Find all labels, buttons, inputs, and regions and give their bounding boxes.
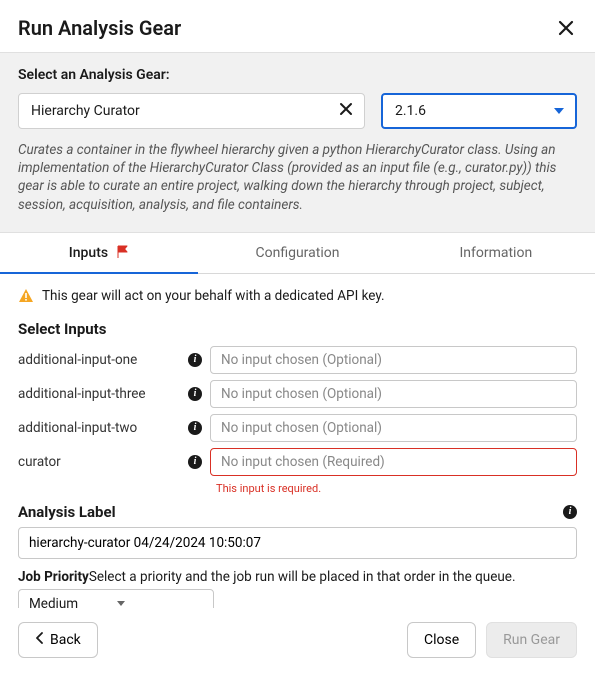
chevron-left-icon: [35, 632, 44, 648]
select-inputs-title: Select Inputs: [18, 320, 577, 338]
priority-value: Medium: [29, 596, 116, 608]
job-priority-title: Job Priority: [18, 569, 89, 585]
tab-configuration[interactable]: Configuration: [198, 233, 396, 273]
input-label: additional-input-one: [18, 352, 186, 368]
gear-name-input[interactable]: Hierarchy Curator: [18, 93, 365, 129]
analysis-label-title: Analysis Label: [18, 503, 561, 521]
close-button-label: Close: [424, 632, 459, 648]
tab-information[interactable]: Information: [397, 233, 595, 273]
job-priority-help: Select a priority and the job run will b…: [89, 569, 516, 585]
file-input-placeholder: No input chosen (Optional): [221, 352, 382, 368]
clear-icon[interactable]: [336, 99, 356, 123]
info-icon[interactable]: i: [563, 505, 577, 519]
info-icon[interactable]: i: [188, 353, 202, 367]
warning-icon: [18, 288, 34, 303]
back-button[interactable]: Back: [18, 622, 98, 658]
caret-down-icon: [116, 596, 203, 608]
file-input-placeholder: No input chosen (Optional): [221, 386, 382, 402]
flag-icon: [116, 245, 130, 263]
input-label: additional-input-two: [18, 420, 186, 436]
version-value: 2.1.6: [395, 103, 553, 119]
caret-down-icon: [553, 106, 565, 116]
error-message: This input is required.: [216, 482, 577, 495]
priority-select[interactable]: Medium: [18, 589, 214, 608]
close-button[interactable]: Close: [407, 622, 476, 658]
modal-title: Run Analysis Gear: [18, 16, 181, 40]
back-button-label: Back: [50, 632, 81, 648]
input-label: additional-input-three: [18, 386, 186, 402]
file-input-additional-three[interactable]: No input chosen (Optional): [210, 380, 577, 408]
run-gear-button-label: Run Gear: [503, 632, 560, 648]
file-input-additional-two[interactable]: No input chosen (Optional): [210, 414, 577, 442]
tab-configuration-label: Configuration: [256, 245, 340, 261]
info-icon[interactable]: i: [188, 387, 202, 401]
gear-description: Curates a container in the flywheel hier…: [18, 141, 577, 214]
file-input-additional-one[interactable]: No input chosen (Optional): [210, 346, 577, 374]
tab-information-label: Information: [459, 245, 532, 261]
notice-text: This gear will act on your behalf with a…: [42, 288, 385, 304]
gear-name-value: Hierarchy Curator: [31, 103, 336, 119]
close-icon[interactable]: [555, 17, 577, 39]
input-label: curator: [18, 454, 186, 470]
tab-inputs[interactable]: Inputs: [0, 233, 198, 273]
file-input-placeholder: No input chosen (Optional): [221, 420, 382, 436]
file-input-placeholder: No input chosen (Required): [221, 454, 385, 470]
analysis-label-input[interactable]: [18, 527, 577, 559]
tab-inputs-label: Inputs: [69, 245, 108, 261]
run-gear-button[interactable]: Run Gear: [486, 622, 577, 658]
version-select[interactable]: 2.1.6: [381, 93, 577, 129]
gear-select-label: Select an Analysis Gear:: [18, 67, 577, 83]
info-icon[interactable]: i: [188, 421, 202, 435]
file-input-curator[interactable]: No input chosen (Required): [210, 448, 577, 476]
info-icon[interactable]: i: [188, 455, 202, 469]
